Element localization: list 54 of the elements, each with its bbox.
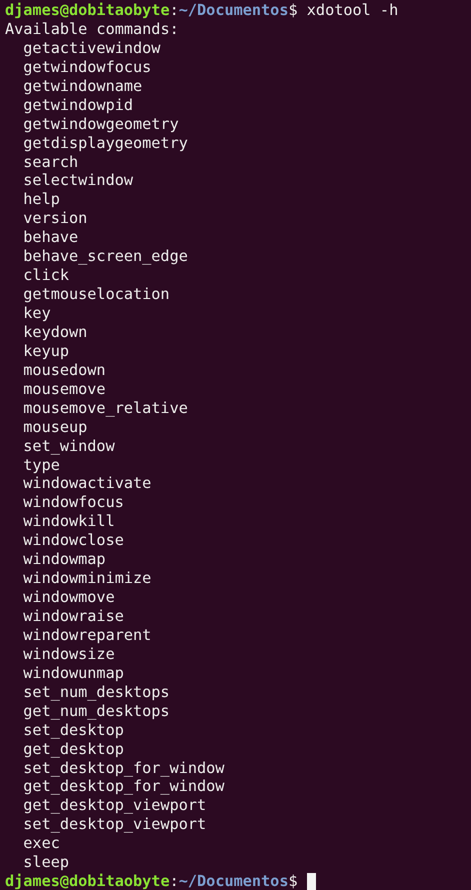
- command-name: get_desktop: [23, 740, 124, 759]
- command-name: mousemove_relative: [23, 398, 188, 418]
- command-name: getwindowname: [23, 76, 142, 96]
- command-name: set_desktop_for_window: [23, 758, 224, 778]
- prompt-path: ~/Documentos: [178, 872, 288, 890]
- prompt-separator: :: [170, 872, 179, 890]
- command-name: getwindowfocus: [23, 58, 152, 77]
- command-name: sleep: [23, 853, 69, 872]
- command-name: get_desktop_for_window: [23, 777, 224, 796]
- command-name: keyup: [23, 342, 69, 361]
- command-name: windowunmap: [23, 664, 124, 683]
- command-name: windowkill: [23, 512, 115, 532]
- command-name: keydown: [23, 322, 88, 342]
- command-name: exec: [23, 834, 60, 854]
- command-name: getmouselocation: [23, 285, 170, 304]
- prompt-separator: :: [170, 1, 179, 20]
- command-name: key: [23, 304, 51, 323]
- prompt-symbol: $: [288, 1, 298, 20]
- command-name: windowclose: [23, 531, 124, 550]
- command-name: windowmove: [23, 588, 115, 608]
- command-name: mousemove: [23, 380, 106, 399]
- prompt-symbol: $: [288, 872, 298, 890]
- command-name: set_num_desktops: [23, 682, 170, 702]
- command-name: windowraise: [23, 607, 124, 626]
- command-name: windowsize: [23, 644, 115, 664]
- command-name: get_num_desktops: [23, 702, 170, 721]
- command-name: help: [23, 190, 60, 210]
- command-name: getwindowgeometry: [23, 114, 179, 134]
- command-name: search: [23, 152, 78, 172]
- prompt-path: ~/Documentos: [178, 1, 288, 20]
- prompt-user-host: djames@dobitaobyte: [5, 872, 170, 890]
- command-name: getactivewindow: [23, 38, 160, 58]
- typed-command-text: xdotool -h: [306, 1, 398, 20]
- command-name: windowactivate: [23, 474, 152, 494]
- command-name: getwindowpid: [23, 96, 134, 115]
- command-name: set_desktop_viewport: [23, 815, 206, 834]
- prompt-user-host: djames@dobitaobyte: [5, 1, 170, 20]
- command-name: getdisplaygeometry: [23, 134, 188, 153]
- command-name: behave_screen_edge: [23, 247, 188, 266]
- command-name: windowfocus: [23, 493, 124, 512]
- command-name: version: [23, 209, 88, 228]
- command-name: set_desktop: [23, 720, 124, 740]
- command-name: mousedown: [23, 360, 106, 380]
- output-heading: Available commands:: [5, 20, 179, 39]
- command-name: windowreparent: [23, 626, 152, 645]
- command-name: windowmap: [23, 550, 106, 570]
- command-name: type: [23, 456, 60, 474]
- command-name: behave: [23, 228, 78, 248]
- command-name: mouseup: [23, 418, 88, 437]
- command-name: set_window: [23, 436, 115, 456]
- command-name: selectwindow: [23, 171, 134, 190]
- command-name: click: [23, 266, 69, 286]
- command-name: windowminimize: [23, 569, 152, 588]
- command-name: get_desktop_viewport: [23, 796, 206, 816]
